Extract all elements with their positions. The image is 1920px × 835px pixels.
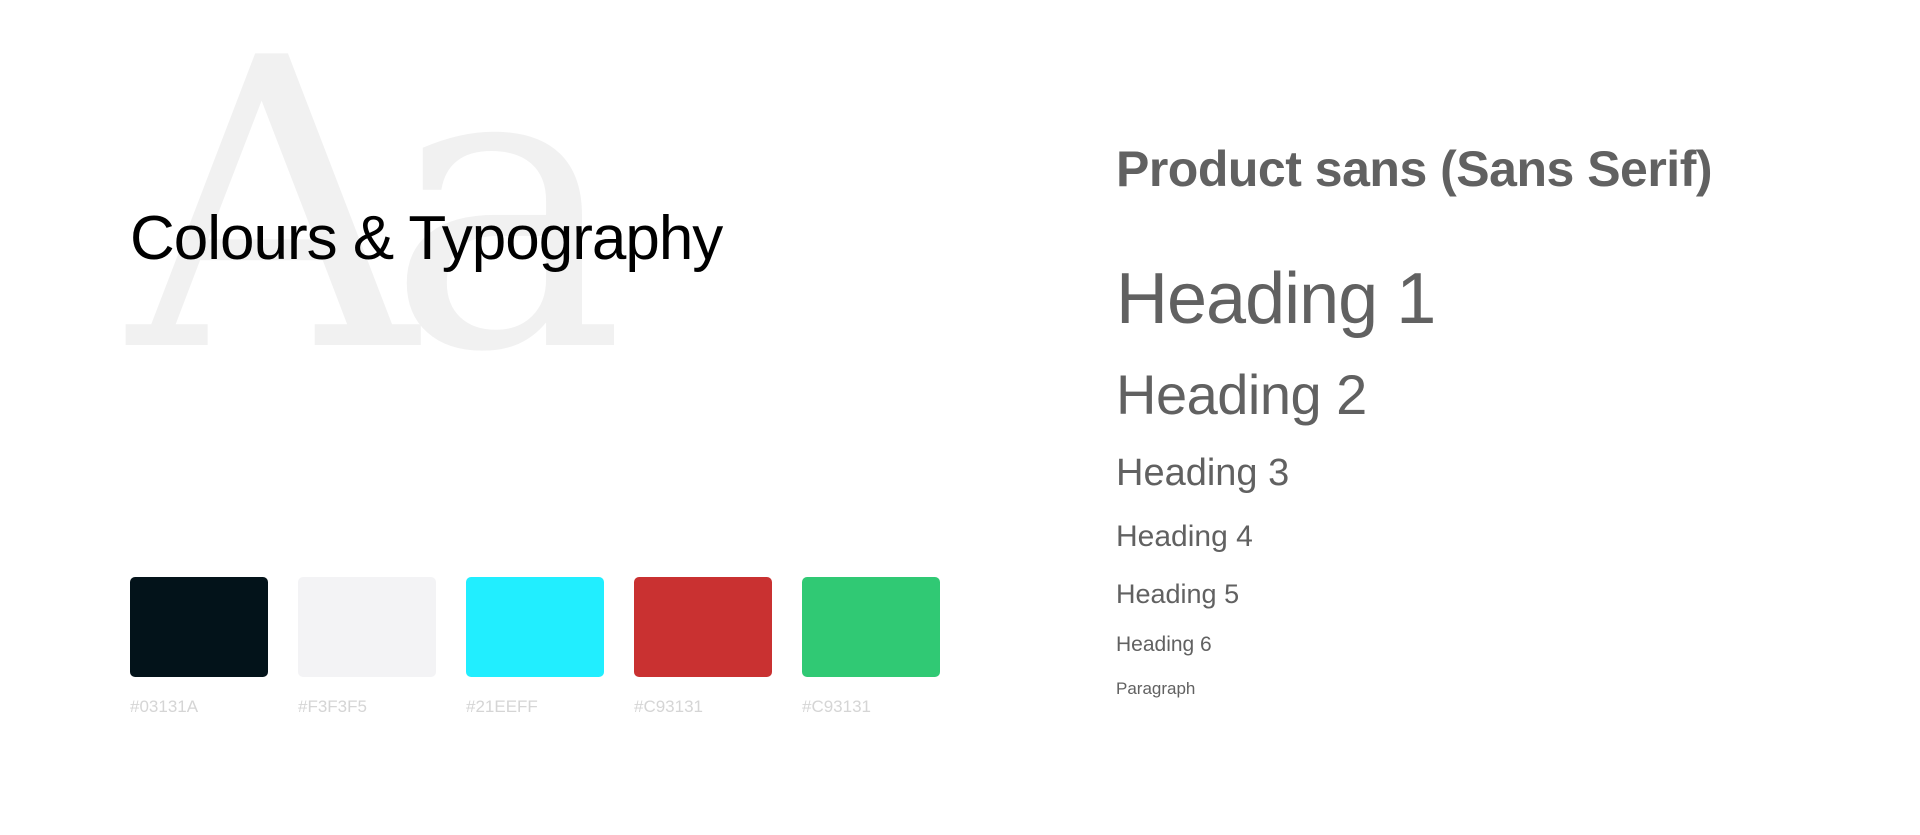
swatch-label: #C93131 — [634, 697, 704, 716]
swatch-3: #21EEFF — [466, 577, 604, 717]
style-guide-canvas: Aa Colours & Typography #03131A #F3F3F5 … — [0, 0, 1920, 835]
swatch-color-box — [466, 577, 604, 677]
swatch-color-box — [634, 577, 772, 677]
swatch-1: #03131A — [130, 577, 268, 717]
swatch-color-box — [802, 577, 940, 677]
swatch-color-box — [298, 577, 436, 677]
swatch-color-box — [130, 577, 268, 677]
heading-5-sample: Heading 5 — [1116, 579, 1240, 609]
font-family-name: Product sans (Sans Serif) — [1116, 141, 1713, 197]
heading-3-sample: Heading 3 — [1116, 452, 1290, 494]
swatch-4: #C93131 — [634, 577, 772, 717]
swatch-label: #21EEFF — [466, 697, 538, 716]
swatch-5: #C93131 — [802, 577, 940, 717]
swatch-label: #03131A — [130, 697, 199, 716]
swatch-label: #F3F3F5 — [298, 697, 367, 716]
heading-6-sample: Heading 6 — [1116, 633, 1212, 656]
heading-4-sample: Heading 4 — [1116, 520, 1253, 553]
swatch-2: #F3F3F5 — [298, 577, 436, 717]
page-title: Colours & Typography — [130, 204, 723, 273]
heading-1-sample: Heading 1 — [1116, 259, 1436, 339]
paragraph-sample: Paragraph — [1116, 679, 1196, 698]
color-swatches: #03131A #F3F3F5 #21EEFF #C93131 #C93131 — [130, 577, 940, 717]
heading-2-sample: Heading 2 — [1116, 363, 1367, 426]
swatch-label: #C93131 — [802, 697, 872, 716]
